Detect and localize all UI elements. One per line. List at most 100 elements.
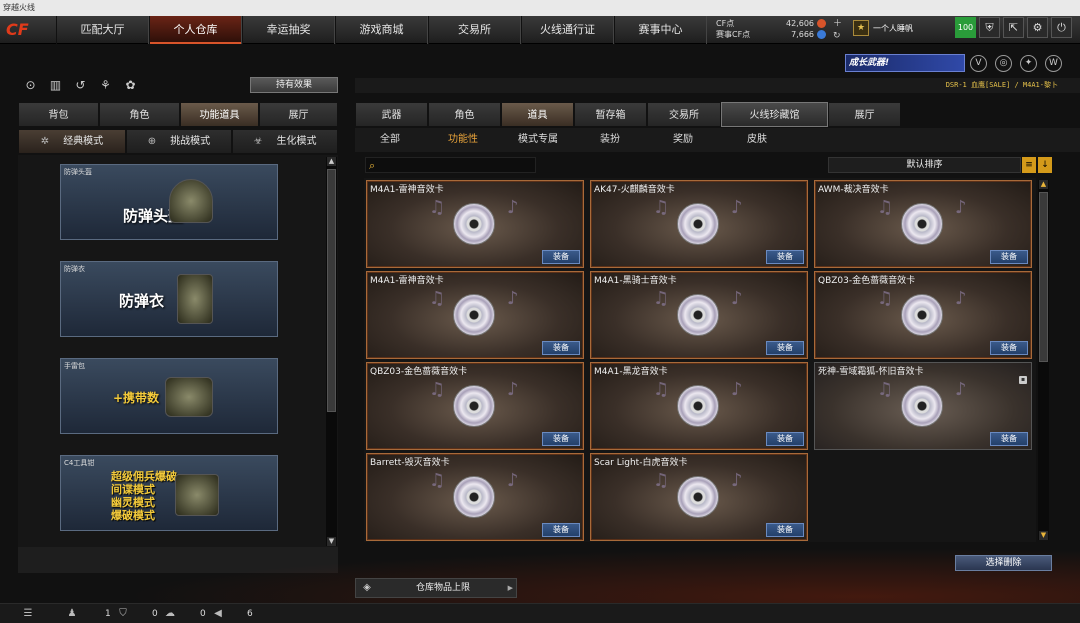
clan-shield-icon[interactable]: ⛉ xyxy=(117,608,129,620)
tab-items[interactable]: 道具 xyxy=(501,102,574,127)
item-card[interactable]: AWM-裁决音效卡 ♫ ♪ 装备 xyxy=(814,180,1032,268)
tab-zombie-mode[interactable]: ☣ 生化模式 xyxy=(232,129,338,154)
tab-classic-mode[interactable]: ✲ 经典模式 xyxy=(18,129,126,154)
power-icon[interactable]: ⏻ xyxy=(1051,17,1072,38)
equip-button[interactable]: 装备 xyxy=(542,341,580,355)
filter-functional[interactable]: 功能性 xyxy=(425,128,501,152)
disc-icon xyxy=(677,203,719,245)
grid-scrollbar[interactable]: ▲ ▼ xyxy=(1038,180,1049,540)
tab-showcase[interactable]: 展厅 xyxy=(828,102,901,127)
emblem-icon[interactable]: V xyxy=(970,55,987,72)
tab-character[interactable]: 角色 xyxy=(99,102,180,127)
item-card[interactable]: M4A1-黑龙音效卡 ♫ ♪ 装备 xyxy=(590,362,808,450)
item-card[interactable]: 死神-雪域霜狐-怀旧音效卡 ▪ ♫ ♪ 装备 xyxy=(814,362,1032,450)
stats-icon[interactable]: ▥ xyxy=(47,77,64,94)
sort-direction-icon[interactable]: ↓ xyxy=(1038,157,1052,173)
target-icon[interactable]: ◎ xyxy=(995,55,1012,72)
filter-skin[interactable]: 皮肤 xyxy=(721,128,793,152)
equip-button[interactable]: 装备 xyxy=(766,341,804,355)
bag-icon[interactable]: ✿ xyxy=(122,77,139,94)
tab-lottery[interactable]: 幸运抽奖 xyxy=(242,16,335,44)
capacity-bar[interactable]: ◈ 仓库物品上限 ▶ xyxy=(355,578,517,598)
left-toolbar: ⊙ ▥ ↺ ⚘ ✿ xyxy=(22,77,147,94)
shield-icon[interactable]: ⛨ xyxy=(979,17,1000,38)
owned-effects-button[interactable]: 持有效果 xyxy=(250,77,338,93)
music-note-icon: ♫ xyxy=(429,379,446,400)
item-card[interactable]: M4A1-雷神音效卡 ♫ ♪ 装备 xyxy=(366,180,584,268)
scroll-thumb[interactable] xyxy=(327,169,336,412)
friends-icon[interactable]: ♟ xyxy=(66,608,78,620)
equip-button[interactable]: 装备 xyxy=(990,341,1028,355)
tab-pass[interactable]: 火线通行证 xyxy=(521,16,614,44)
compass-icon[interactable]: ✦ xyxy=(1020,55,1037,72)
item-label: 防弹头盔 xyxy=(64,168,92,176)
menu-icon[interactable]: ☰ xyxy=(22,608,34,620)
left-scrollbar[interactable]: ▲ ▼ xyxy=(326,157,337,546)
tab-lobby[interactable]: 匹配大厅 xyxy=(56,16,149,44)
character-icon[interactable]: ⚘ xyxy=(97,77,114,94)
item-card[interactable]: QBZ03-金色蔷薇音效卡 ♫ ♪ 装备 xyxy=(814,271,1032,359)
equip-button[interactable]: 装备 xyxy=(766,250,804,264)
filter-reward[interactable]: 奖励 xyxy=(645,128,721,152)
equip-button[interactable]: 装备 xyxy=(990,432,1028,446)
item-c4-pliers[interactable]: C4工具钳 超级佣兵爆破 间谍模式 幽灵模式 爆破模式 xyxy=(60,455,278,531)
item-body-armor[interactable]: 防弹衣 防弹衣 xyxy=(60,261,278,337)
chat-icon[interactable]: ☁ xyxy=(164,608,176,620)
item-helmet[interactable]: 防弹头盔 防弹头盔 xyxy=(60,164,278,240)
music-note-icon: ♪ xyxy=(507,470,519,491)
growth-weapon-banner[interactable]: 成长武器! xyxy=(845,54,965,72)
wing-icon[interactable]: W xyxy=(1045,55,1062,72)
scroll-down-icon[interactable]: ▼ xyxy=(1039,531,1048,540)
tab-characters[interactable]: 角色 xyxy=(428,102,501,127)
match-points-value: 7,666 xyxy=(791,30,814,39)
batch-delete-button[interactable]: 选择删除 xyxy=(955,555,1052,571)
equip-button[interactable]: 装备 xyxy=(990,250,1028,264)
tab-events[interactable]: 赛事中心 xyxy=(614,16,707,44)
equip-button[interactable]: 装备 xyxy=(542,432,580,446)
list-view-icon[interactable]: ≡ xyxy=(1022,157,1036,173)
search-input[interactable]: ⌕ xyxy=(365,157,536,173)
tab-storage[interactable]: 暂存箱 xyxy=(574,102,647,127)
scroll-up-icon[interactable]: ▲ xyxy=(1039,180,1048,189)
equip-button[interactable]: 装备 xyxy=(766,523,804,537)
user-info[interactable]: ★ 一个人睡帆 xyxy=(853,20,913,36)
toggle-on-icon[interactable]: ⊙ xyxy=(22,77,39,94)
equip-button[interactable]: 装备 xyxy=(766,432,804,446)
left-item-list: 防弹头盔 防弹头盔 防弹衣 防弹衣 手雷包 +携带数 C4工具钳 超级佣兵爆破 … xyxy=(18,155,338,547)
tab-trade[interactable]: 交易所 xyxy=(647,102,721,127)
tab-shop[interactable]: 游戏商城 xyxy=(335,16,428,44)
filter-all[interactable]: 全部 xyxy=(355,128,425,152)
scroll-down-icon[interactable]: ▼ xyxy=(327,537,336,546)
tab-warehouse[interactable]: 个人仓库 xyxy=(149,16,242,44)
loop-icon[interactable]: ↺ xyxy=(72,77,89,94)
tab-exchange[interactable]: 交易所 xyxy=(428,16,521,44)
window-title: 穿越火线 xyxy=(0,0,1080,16)
add-icon[interactable]: ＋ xyxy=(833,18,843,30)
tab-collection[interactable]: 火线珍藏馆 xyxy=(721,102,828,127)
filter-outfit[interactable]: 装扮 xyxy=(575,128,645,152)
item-card[interactable]: Barrett-毁灭音效卡 ♫ ♪ 装备 xyxy=(366,453,584,541)
sort-dropdown[interactable]: 默认排序 xyxy=(828,157,1021,173)
tab-challenge-mode[interactable]: ⊕ 挑战模式 xyxy=(126,129,232,154)
level-badge[interactable]: 100 xyxy=(955,17,976,38)
item-card[interactable]: Scar Light-白虎音效卡 ♫ ♪ 装备 xyxy=(590,453,808,541)
item-card[interactable]: M4A1-雷神音效卡 ♫ ♪ 装备 xyxy=(366,271,584,359)
tab-weapons[interactable]: 武器 xyxy=(355,102,428,127)
tab-backpack[interactable]: 背包 xyxy=(18,102,99,127)
tab-function-items[interactable]: 功能道具 xyxy=(180,102,259,127)
gear-icon[interactable]: ⚙ xyxy=(1027,17,1048,38)
scroll-thumb[interactable] xyxy=(1039,192,1048,362)
equip-button[interactable]: 装备 xyxy=(542,523,580,537)
speaker-icon[interactable]: ◀ xyxy=(212,608,224,620)
exit-icon[interactable]: ⇱ xyxy=(1003,17,1024,38)
item-grenade-pack[interactable]: 手雷包 +携带数 xyxy=(60,358,278,434)
scroll-up-icon[interactable]: ▲ xyxy=(327,157,336,166)
equip-button[interactable]: 装备 xyxy=(542,250,580,264)
tab-showroom[interactable]: 展厅 xyxy=(259,102,338,127)
refresh-icon[interactable]: ↻ xyxy=(833,30,843,42)
item-card[interactable]: M4A1-黑骑士音效卡 ♫ ♪ 装备 xyxy=(590,271,808,359)
filter-mode-exclusive[interactable]: 模式专属 xyxy=(501,128,575,152)
item-card[interactable]: QBZ03-金色蔷薇音效卡 ♫ ♪ 装备 xyxy=(366,362,584,450)
item-card[interactable]: AK47-火麒麟音效卡 ♫ ♪ 装备 xyxy=(590,180,808,268)
challenge-mode-icon: ⊕ xyxy=(147,136,157,147)
